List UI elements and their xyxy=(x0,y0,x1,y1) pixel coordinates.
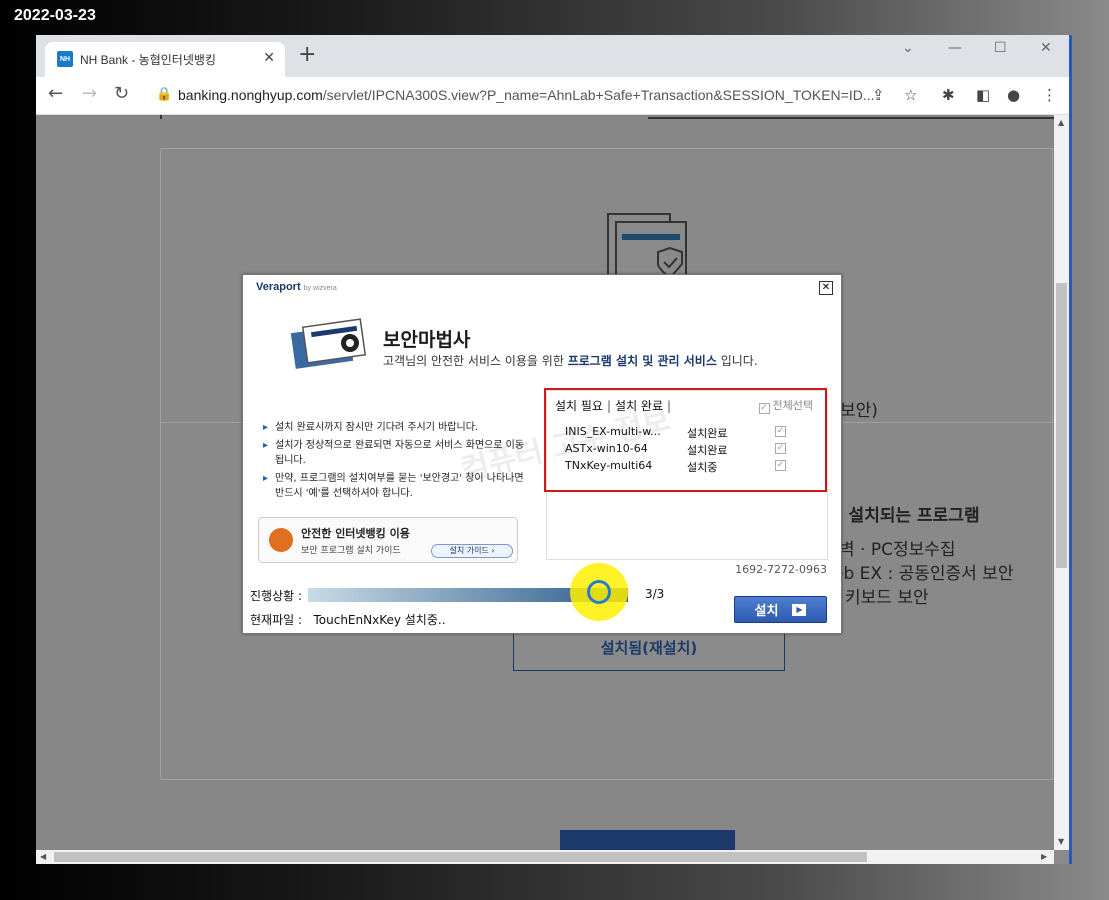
scroll-left-icon[interactable]: ◀ xyxy=(40,852,46,861)
scroll-right-icon[interactable]: ▶ xyxy=(1041,852,1047,861)
reload-icon[interactable]: ↻ xyxy=(114,85,129,103)
guide-title: 안전한 인터넷뱅킹 이용 xyxy=(301,527,410,540)
progress-label: 진행상황 : xyxy=(250,589,303,603)
document-shield-icon xyxy=(607,213,687,281)
browser-tab[interactable]: NH NH Bank - 농협인터넷뱅킹 ✕ xyxy=(45,42,285,77)
veraport-dialog: Veraport by wizvera ✕ 보안마법사 고객님의 안전한 서비스… xyxy=(242,274,842,634)
url-path: /servlet/IPCNA300S.view?P_name=AhnLab+Sa… xyxy=(322,87,875,103)
back-icon[interactable]: ← xyxy=(48,85,63,103)
vertical-scroll-thumb[interactable] xyxy=(1056,283,1067,568)
bug-icon xyxy=(269,528,293,552)
address-bar[interactable]: banking.nonghyup.com/servlet/IPCNA300S.v… xyxy=(178,87,875,103)
file-label: 현재파일 : xyxy=(250,613,303,627)
tab-close-icon[interactable]: ✕ xyxy=(263,50,275,66)
tab-title: NH Bank - 농협인터넷뱅킹 xyxy=(80,53,216,67)
progress-count: 3/3 xyxy=(645,587,665,601)
vertical-scrollbar[interactable]: ▲ ▼ xyxy=(1054,115,1069,850)
new-tab-icon[interactable]: + xyxy=(298,44,316,66)
tab-bar: NH NH Bank - 농협인터넷뱅킹 ✕ + ⌄ — ☐ ✕ xyxy=(36,35,1069,77)
bookmark-star-icon[interactable]: ☆ xyxy=(904,86,917,104)
menu-icon[interactable]: ⋮ xyxy=(1042,86,1057,104)
extensions-icon[interactable]: ✱ xyxy=(942,86,955,104)
current-file: 현재파일 : TouchEnNxKey 설치중.. xyxy=(250,611,446,628)
divider xyxy=(648,115,1054,119)
subtitle-pre: 고객님의 안전한 서비스 이용을 위한 xyxy=(383,354,568,368)
divider xyxy=(160,115,162,119)
arrow-right-icon: ▶ xyxy=(792,603,807,616)
horizontal-scroll-thumb[interactable] xyxy=(54,852,867,862)
subtitle-bold: 프로그램 설치 및 관리 서비스 xyxy=(567,354,717,368)
serial-number: 1692-7272-0963 xyxy=(735,563,827,576)
dialog-subtitle: 고객님의 안전한 서비스 이용을 위한 프로그램 설치 및 관리 서비스 입니다… xyxy=(383,352,758,369)
scroll-up-icon[interactable]: ▲ xyxy=(1058,118,1064,127)
address-toolbar: ← → ↻ 🔒 banking.nonghyup.com/servlet/IPC… xyxy=(36,77,1069,115)
horizontal-scrollbar[interactable]: ◀ ▶ xyxy=(36,850,1054,864)
bg-item: 벽 · PC정보수집 xyxy=(839,540,956,560)
security-wizard-icon xyxy=(290,318,367,369)
nh-favicon-icon: NH xyxy=(57,51,73,67)
bg-item: eb EX : 공동인증서 보안 xyxy=(833,564,1014,584)
tab-search-icon[interactable]: ⌄ xyxy=(902,40,914,56)
current-file-name: TouchEnNxKey 설치중.. xyxy=(313,613,446,627)
scroll-down-icon[interactable]: ▼ xyxy=(1058,837,1064,846)
install-button[interactable]: 설치 ▶ xyxy=(734,596,827,623)
subtitle-post: 입니다. xyxy=(716,354,758,368)
dialog-title: 보안마법사 xyxy=(383,329,471,351)
guide-button-label: 설치 가이드 xyxy=(449,546,489,555)
install-guide-button[interactable]: 설치 가이드 › xyxy=(431,544,513,558)
mouse-cursor-highlight xyxy=(570,563,628,621)
maximize-icon[interactable]: ☐ xyxy=(994,40,1007,56)
lock-icon[interactable]: 🔒 xyxy=(156,87,172,102)
minimize-icon[interactable]: — xyxy=(948,40,962,56)
install-button-label: 설치 xyxy=(754,604,779,619)
guide-subtitle: 보안 프로그램 설치 가이드 xyxy=(301,546,401,556)
bg-paren-text: 보안) xyxy=(840,401,878,421)
brand-name: Veraport xyxy=(256,281,301,293)
brand-sub: by wizvera xyxy=(303,285,337,292)
bg-heading: 동 설치되는 프로그램 xyxy=(827,506,980,526)
forward-icon[interactable]: → xyxy=(82,85,97,103)
window-close-icon[interactable]: ✕ xyxy=(1040,40,1052,56)
share-icon[interactable]: ⇪ xyxy=(872,86,885,104)
bg-item: 키보드 보안 xyxy=(845,588,929,608)
side-panel-icon[interactable]: ◧ xyxy=(976,86,990,104)
dialog-close-icon[interactable]: ✕ xyxy=(819,281,833,295)
note-item: 설치 완료시까지 잠시만 기다려 주시기 바랍니다. xyxy=(261,420,531,435)
veraport-logo: Veraport by wizvera xyxy=(256,281,337,293)
url-host: banking.nonghyup.com xyxy=(178,87,323,103)
guide-box: 안전한 인터넷뱅킹 이용 보안 프로그램 설치 가이드 설치 가이드 › xyxy=(258,517,518,563)
profile-icon[interactable]: ● xyxy=(1007,86,1020,104)
date-stamp: 2022-03-23 xyxy=(14,7,96,24)
